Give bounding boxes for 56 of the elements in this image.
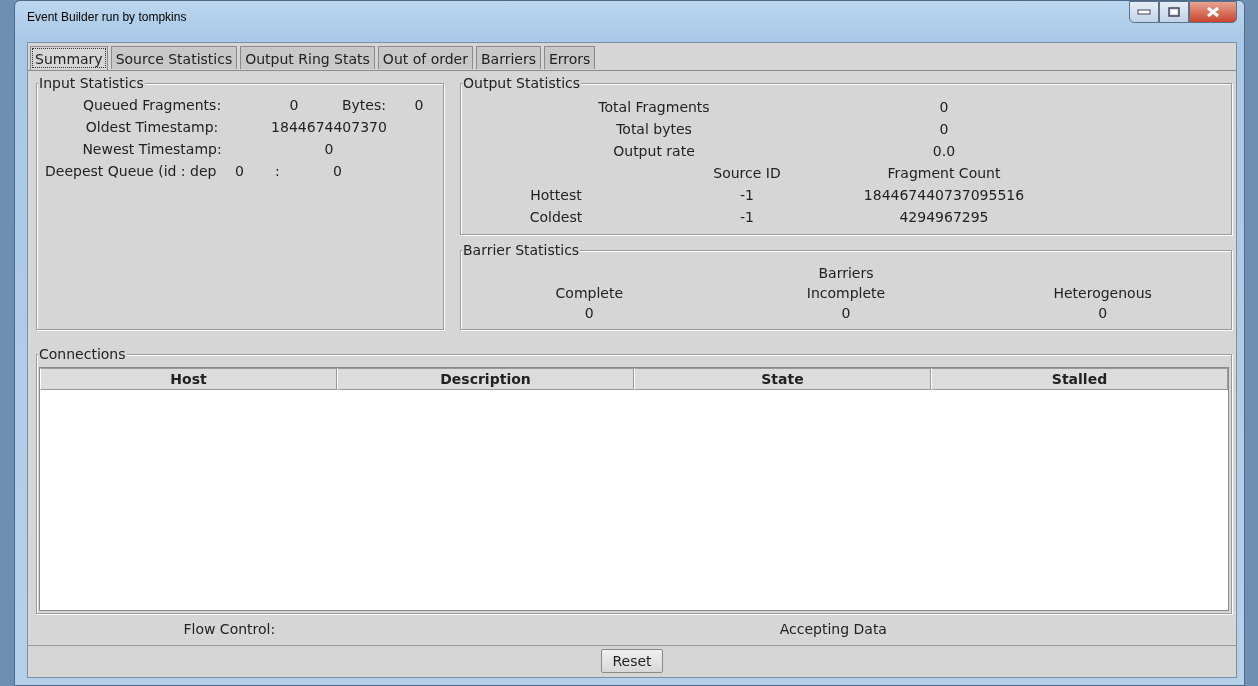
group-title: Input Statistics <box>38 75 145 91</box>
field-value: 4294967295 <box>898 209 990 225</box>
column-header[interactable]: Stalled <box>931 368 1228 391</box>
field-value: 0.0 <box>931 143 957 159</box>
row-label: Hottest <box>529 187 583 203</box>
field-value: 0 <box>323 141 335 157</box>
field-value: 0 <box>1097 305 1109 321</box>
flow-control-value: Accepting Data <box>778 621 888 638</box>
field-label: Output rate <box>612 143 696 159</box>
window-title: Event Builder run by tompkins <box>27 10 187 24</box>
field-label: Total Fragments <box>597 99 711 115</box>
separator-text: : <box>274 163 281 179</box>
field-value: 0 <box>938 99 950 115</box>
field-value: 0 <box>938 121 950 137</box>
tab[interactable]: Barriers <box>475 46 541 69</box>
field-value: 0 <box>233 163 245 179</box>
minimize-icon <box>1137 9 1151 15</box>
field-value: 0 <box>840 305 852 321</box>
field-label: Bytes: <box>341 97 387 113</box>
field-value: 0 <box>583 305 595 321</box>
field-label: Oldest Timestamp: <box>84 119 220 135</box>
column-header[interactable]: State <box>634 368 931 391</box>
field-value: 0 <box>331 163 343 179</box>
field-value: 0 <box>288 97 300 113</box>
maximize-icon <box>1168 7 1180 17</box>
row-label: Coldest <box>528 209 584 225</box>
field-value: -1 <box>739 187 755 203</box>
field-value: 1844674407370 <box>270 119 388 135</box>
column-header[interactable]: Description <box>337 368 634 391</box>
field-label: Queued Fragments: <box>81 97 223 113</box>
field-value: 0 <box>413 97 425 113</box>
column-heading: Barriers <box>817 265 875 281</box>
close-button[interactable] <box>1189 1 1237 23</box>
tab[interactable]: Source Statistics <box>110 46 238 69</box>
reset-button[interactable]: Reset <box>601 649 663 674</box>
maximize-button[interactable] <box>1159 1 1189 23</box>
close-icon <box>1206 6 1220 18</box>
group-title: Output Statistics <box>462 75 582 91</box>
tab[interactable]: Errors <box>544 46 596 69</box>
field-label: Newest Timestamp: <box>81 141 223 157</box>
minimize-button[interactable] <box>1129 1 1159 23</box>
tab[interactable]: Out of order <box>377 46 473 69</box>
tab[interactable]: Summary <box>30 46 108 70</box>
field-label: Complete <box>554 285 625 301</box>
column-heading: Fragment Count <box>886 165 1002 181</box>
field-label: Total bytes <box>615 121 693 137</box>
field-label: Incomplete <box>805 285 887 301</box>
column-header[interactable]: Host <box>40 368 337 391</box>
field-label: Deepest Queue (id : dep <box>44 163 217 179</box>
field-value: -1 <box>739 209 755 225</box>
field-label: Heterogenous <box>1052 285 1153 301</box>
flow-control-label: Flow Control: <box>182 621 277 638</box>
column-heading: Source ID <box>712 165 782 181</box>
group-title: Barrier Statistics <box>462 242 581 258</box>
field-value: 184467440737095516 <box>862 187 1026 203</box>
tab[interactable]: Output Ring Stats <box>240 46 375 69</box>
